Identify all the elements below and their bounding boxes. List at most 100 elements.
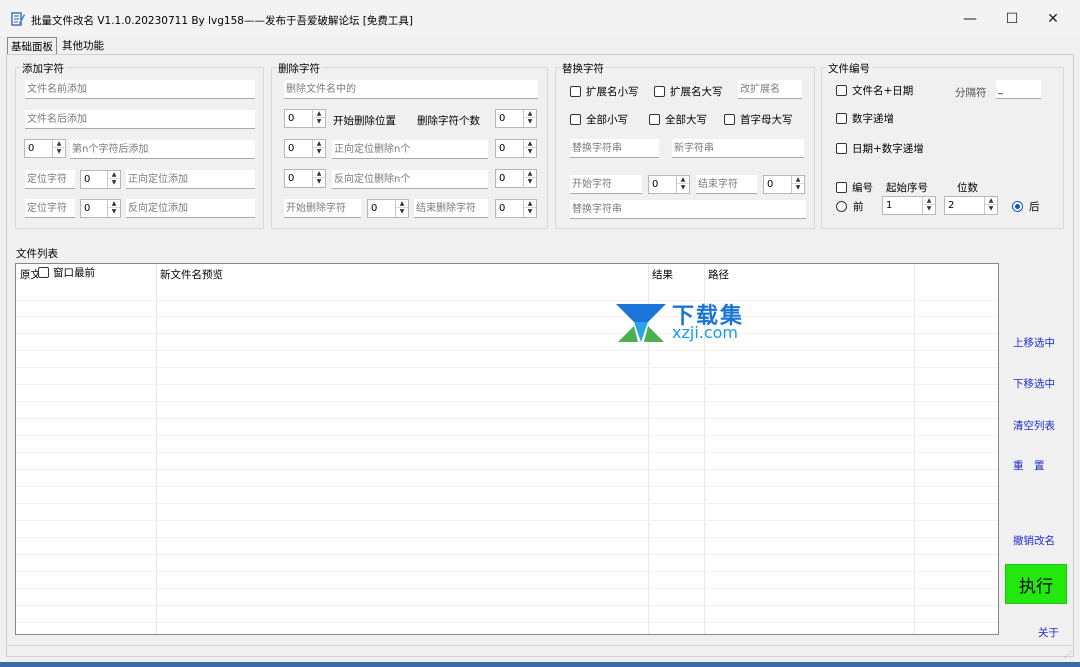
down-arrow-icon[interactable]: ▼ [396, 208, 408, 216]
position-char-input-1[interactable] [25, 170, 75, 189]
nth-char-add-input[interactable] [70, 140, 255, 159]
down-arrow-icon[interactable]: ▼ [985, 205, 997, 213]
end-char-input[interactable] [696, 175, 757, 194]
up-arrow-icon[interactable]: ▲ [313, 110, 325, 118]
row-divider [16, 435, 998, 436]
nth-char-stepper[interactable]: 0 ▲ ▼ [24, 139, 66, 158]
tab-basic-panel[interactable]: 基础面板 [7, 37, 57, 54]
down-arrow-icon[interactable]: ▼ [53, 148, 65, 156]
name-date-checkbox[interactable]: 文件名+日期 [836, 83, 913, 98]
up-arrow-icon[interactable]: ▲ [313, 140, 325, 148]
close-button[interactable]: ✕ [1031, 6, 1075, 32]
all-lowercase-checkbox[interactable]: 全部小写 [570, 112, 628, 127]
column-new-name-preview[interactable]: 新文件名预览 [160, 267, 223, 282]
up-arrow-icon[interactable]: ▲ [53, 140, 65, 148]
number-increment-checkbox[interactable]: 数字递增 [836, 111, 894, 126]
capitalize-checkbox[interactable]: 首字母大写 [724, 112, 793, 127]
front-radio[interactable]: 前 [836, 199, 864, 214]
file-list-view[interactable]: 原文 新文件名预览 结果 路径 [15, 263, 999, 635]
separator-input[interactable] [996, 80, 1041, 99]
row-divider [16, 571, 998, 572]
digits-stepper[interactable]: 2 ▲ ▼ [944, 196, 998, 215]
suffix-add-input[interactable] [25, 110, 255, 129]
undo-rename-button[interactable]: 撤销改名 [1013, 533, 1055, 548]
column-path[interactable]: 路径 [708, 267, 729, 282]
about-button[interactable]: 关于 [1038, 625, 1059, 640]
execute-button[interactable]: 执行 [1005, 564, 1067, 604]
maximize-button[interactable]: ☐ [990, 6, 1034, 32]
reset-button[interactable]: 重 置 [1013, 458, 1045, 473]
down-arrow-icon[interactable]: ▼ [524, 118, 536, 126]
down-arrow-icon[interactable]: ▼ [313, 178, 325, 186]
end-delete-char-stepper[interactable]: 0 ▲ ▼ [495, 199, 537, 218]
down-arrow-icon[interactable]: ▼ [524, 178, 536, 186]
forward-position-add-input[interactable] [126, 170, 255, 189]
down-arrow-icon[interactable]: ▼ [108, 179, 120, 187]
end-char-stepper[interactable]: 0 ▲ ▼ [763, 175, 805, 194]
start-seq-stepper[interactable]: 1 ▲ ▼ [882, 196, 936, 215]
date-number-increment-checkbox[interactable]: 日期+数字递增 [836, 141, 924, 156]
backward-delete-input[interactable] [332, 170, 488, 189]
close-icon: ✕ [1047, 11, 1059, 27]
down-arrow-icon[interactable]: ▼ [524, 208, 536, 216]
up-arrow-icon[interactable]: ▲ [792, 176, 804, 184]
change-ext-input[interactable] [738, 80, 802, 99]
up-arrow-icon[interactable]: ▲ [108, 200, 120, 208]
up-arrow-icon[interactable]: ▲ [524, 170, 536, 178]
down-arrow-icon[interactable]: ▼ [792, 184, 804, 192]
new-string-input[interactable] [672, 139, 804, 158]
down-arrow-icon[interactable]: ▼ [677, 184, 689, 192]
backward-position-add-input[interactable] [126, 199, 255, 218]
position-char-input-2[interactable] [25, 199, 75, 218]
prefix-add-input[interactable] [25, 80, 255, 99]
row-divider [16, 300, 998, 301]
replace-string-input-2[interactable] [570, 200, 806, 219]
forward-position-stepper[interactable]: 0 ▲ ▼ [80, 170, 121, 189]
down-arrow-icon[interactable]: ▼ [923, 205, 935, 213]
down-arrow-icon[interactable]: ▼ [108, 208, 120, 216]
app-icon [11, 12, 25, 26]
up-arrow-icon[interactable]: ▲ [985, 197, 997, 205]
up-arrow-icon[interactable]: ▲ [108, 171, 120, 179]
replace-string-input[interactable] [570, 139, 659, 158]
row-divider [16, 537, 998, 538]
backward-position-stepper[interactable]: 0 ▲ ▼ [80, 199, 121, 218]
ext-lowercase-checkbox[interactable]: 扩展名小写 [570, 84, 639, 99]
up-arrow-icon[interactable]: ▲ [396, 200, 408, 208]
forward-delete-input[interactable] [332, 140, 488, 159]
start-delete-char-input[interactable] [284, 199, 361, 218]
back-radio[interactable]: 后 [1012, 199, 1040, 214]
down-arrow-icon[interactable]: ▼ [313, 148, 325, 156]
up-arrow-icon[interactable]: ▲ [524, 110, 536, 118]
window-topmost-checkbox[interactable]: 窗口最前 [38, 264, 102, 280]
start-char-input[interactable] [570, 175, 642, 194]
numbering-checkbox[interactable]: 编号 [836, 180, 873, 195]
up-arrow-icon[interactable]: ▲ [313, 170, 325, 178]
row-divider [16, 452, 998, 453]
up-arrow-icon[interactable]: ▲ [677, 176, 689, 184]
start-delete-char-stepper[interactable]: 0 ▲ ▼ [367, 199, 409, 218]
start-char-stepper[interactable]: 0 ▲ ▼ [648, 175, 690, 194]
move-down-selected-button[interactable]: 下移选中 [1013, 376, 1055, 391]
up-arrow-icon[interactable]: ▲ [524, 200, 536, 208]
clear-list-button[interactable]: 清空列表 [1013, 418, 1055, 433]
ext-uppercase-checkbox[interactable]: 扩展名大写 [654, 84, 723, 99]
backward-delete-position-stepper[interactable]: 0 ▲ ▼ [284, 169, 326, 188]
start-position-stepper[interactable]: 0 ▲ ▼ [284, 109, 326, 128]
move-up-selected-button[interactable]: 上移选中 [1013, 335, 1055, 350]
down-arrow-icon[interactable]: ▼ [524, 148, 536, 156]
backward-delete-count-stepper[interactable]: 0 ▲ ▼ [495, 169, 537, 188]
forward-delete-count-stepper[interactable]: 0 ▲ ▼ [495, 139, 537, 158]
tab-other-functions[interactable]: 其他功能 [59, 37, 107, 54]
all-uppercase-checkbox[interactable]: 全部大写 [649, 112, 707, 127]
forward-delete-position-stepper[interactable]: 0 ▲ ▼ [284, 139, 326, 158]
up-arrow-icon[interactable]: ▲ [923, 197, 935, 205]
minimize-button[interactable]: — [948, 6, 992, 32]
resize-grip-icon[interactable]: ⋰ [1064, 650, 1072, 659]
delete-count-stepper[interactable]: 0 ▲ ▼ [495, 109, 537, 128]
up-arrow-icon[interactable]: ▲ [524, 140, 536, 148]
delete-in-name-input[interactable] [284, 80, 538, 99]
down-arrow-icon[interactable]: ▼ [313, 118, 325, 126]
column-result[interactable]: 结果 [652, 267, 673, 282]
end-delete-char-input[interactable] [414, 199, 488, 218]
